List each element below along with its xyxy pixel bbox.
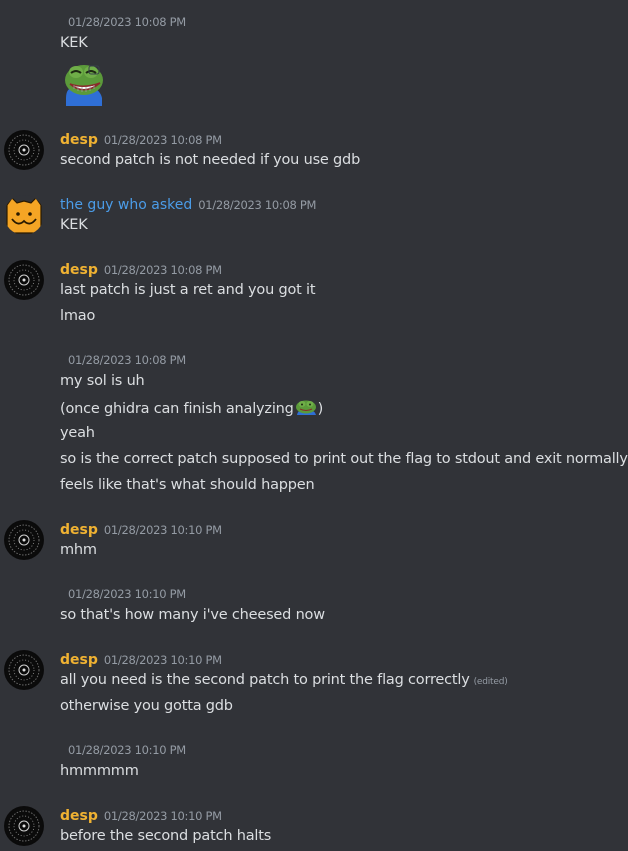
- message-text: yeah: [60, 425, 95, 441]
- message-text: so that's how many i've cheesed now: [60, 607, 325, 623]
- message-timestamp: 01/28/2023 10:10 PM: [103, 523, 222, 537]
- orange-smiley-avatar[interactable]: [4, 195, 44, 235]
- message-text: mhm: [60, 542, 97, 558]
- message-text: KEK: [60, 217, 88, 233]
- edited-label: (edited): [473, 677, 508, 687]
- message-text: my sol is uh: [60, 373, 145, 389]
- message-text-with-emoji: (once ghidra can finish analyzing): [60, 397, 323, 419]
- username[interactable]: desp: [60, 652, 98, 668]
- message-timestamp: 01/28/2023 10:08 PM: [103, 133, 222, 147]
- message-timestamp: 01/28/2023 10:10 PM: [68, 587, 186, 601]
- desp-avatar[interactable]: [4, 650, 44, 690]
- desp-avatar[interactable]: [4, 520, 44, 560]
- username[interactable]: the guy who asked: [60, 197, 192, 213]
- message-timestamp: 01/28/2023 10:08 PM: [68, 15, 186, 29]
- message-text: all you need is the second patch to prin…: [60, 672, 508, 688]
- chat-message-list: 01/28/2023 10:08 PM KEK desp 01/28/2023 …: [0, 0, 628, 851]
- pepe-emoji[interactable]: [294, 397, 318, 417]
- message-timestamp: 01/28/2023 10:08 PM: [103, 263, 222, 277]
- message-text: last patch is just a ret and you got it: [60, 282, 316, 298]
- desp-avatar[interactable]: [4, 260, 44, 300]
- desp-avatar[interactable]: [4, 130, 44, 170]
- message-timestamp: 01/28/2023 10:08 PM: [68, 353, 186, 367]
- message-text: second patch is not needed if you use gd…: [60, 152, 361, 168]
- message-timestamp: 01/28/2023 10:10 PM: [103, 809, 222, 823]
- username[interactable]: desp: [60, 522, 98, 538]
- message-timestamp: 01/28/2023 10:10 PM: [103, 653, 222, 667]
- message-text: so is the correct patch supposed to prin…: [60, 451, 628, 467]
- desp-avatar[interactable]: [4, 806, 44, 846]
- message-text: hmmmmm: [60, 763, 139, 779]
- message-text: otherwise you gotta gdb: [60, 698, 233, 714]
- message-text: feels like that's what should happen: [60, 477, 315, 493]
- message-timestamp: 01/28/2023 10:08 PM: [198, 198, 317, 212]
- username[interactable]: desp: [60, 132, 98, 148]
- message-text: lmao: [60, 308, 96, 324]
- pepe-laugh-emoji[interactable]: [60, 58, 108, 106]
- message-text: before the second patch halts: [60, 828, 272, 844]
- username[interactable]: desp: [60, 262, 98, 278]
- message-timestamp: 01/28/2023 10:10 PM: [68, 743, 186, 757]
- username[interactable]: desp: [60, 808, 98, 824]
- message-text: KEK: [60, 35, 88, 51]
